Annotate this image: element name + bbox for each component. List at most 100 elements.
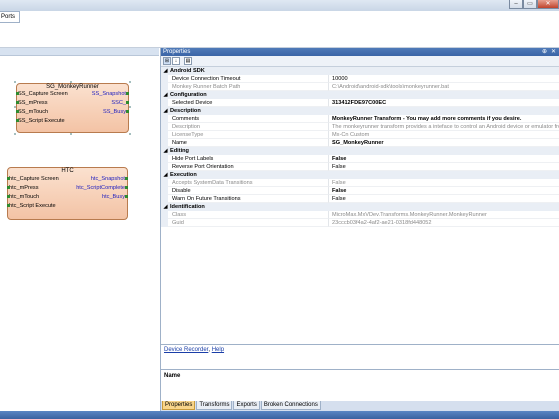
ports-tab[interactable]: Ports [0,11,20,23]
transform-block-htc[interactable]: HTC htc_Capture Screen htc_mPress htc_mT… [6,167,129,220]
property-row[interactable]: Device Connection Timeout 10000 [161,75,559,83]
diagram-canvas[interactable]: SG_MonkeyRunner SS_Capture Screen SS_mPr… [0,56,159,411]
collapse-triangle-icon[interactable]: ◢ [161,203,170,211]
property-category[interactable]: ◢ Description [161,107,559,115]
resize-handle[interactable] [14,133,16,135]
status-bar [0,411,559,419]
property-row[interactable]: Accepts SystemData Transitions False [161,179,559,187]
row-gutter [161,219,168,227]
property-name: Comments [168,115,329,123]
property-value[interactable]: False [329,155,559,163]
selected-property-name: Name [164,373,181,379]
collapse-triangle-icon[interactable]: ◢ [161,147,170,155]
property-row[interactable]: Description The monkeyrunner transform pr… [161,123,559,131]
property-row[interactable]: Comments MonkeyRunner Transform - You may… [161,115,559,123]
output-port[interactable]: SSC_ [111,100,129,106]
input-port[interactable]: SS_mTouch [15,109,48,115]
property-value[interactable]: 23cccb03f4a2-4af2-ae21-0318fd448052 [329,219,559,227]
property-value[interactable]: MicroMax.MxVDev.Transforms.MonkeyRunner.… [329,211,559,219]
categorized-icon[interactable]: ⊞ [163,57,171,65]
property-row[interactable]: LicenseType Mx-Cn Custom [161,131,559,139]
property-value[interactable]: False [329,179,559,187]
property-category[interactable]: ◢ Configuration [161,91,559,99]
alphabetical-icon[interactable]: ↓ [172,57,180,65]
collapse-triangle-icon[interactable]: ◢ [161,67,170,75]
title-bar: – ▭ ✕ [0,0,559,11]
property-value[interactable]: False [329,187,559,195]
property-row[interactable]: Monkey Runner Batch Path C:\Android\andro… [161,83,559,91]
window-controls: – ▭ ✕ [509,0,559,10]
input-port[interactable]: htc_mPress [7,185,39,191]
description-area: Name [161,369,559,401]
row-gutter [161,187,168,195]
property-value[interactable]: Mx-Cn Custom [329,131,559,139]
property-value[interactable]: The monkeyrunner transform provides a in… [329,123,559,131]
resize-handle[interactable] [14,81,16,83]
minimize-icon[interactable]: – [509,0,523,9]
tab-broken-connections[interactable]: Broken Connections [260,401,321,410]
block-title: SG_MonkeyRunner [46,84,99,90]
row-gutter [161,131,168,139]
properties-panel: Properties ⊕ ✕ ⊞ ↓ ▤ ◢ Android SDK Device … [160,48,559,411]
property-value[interactable]: MonkeyRunner Transform - You may add mor… [329,115,559,123]
collapse-triangle-icon[interactable]: ◢ [161,107,170,115]
property-row[interactable]: Warn On Future Transitions False [161,195,559,203]
property-row[interactable]: Name SG_MonkeyRunner [161,139,559,147]
collapse-triangle-icon[interactable]: ◢ [161,171,170,179]
property-row[interactable]: Reverse Port Orientation False [161,163,559,171]
property-value[interactable]: 10000 [329,75,559,83]
property-name: Description [168,123,329,131]
tab-properties[interactable]: Properties [162,401,196,410]
property-category[interactable]: ◢ Identification [161,203,559,211]
input-port[interactable]: SS_Script Execute [16,118,65,124]
category-header: ◢ Android SDK [161,67,322,75]
resize-handle[interactable] [129,133,131,135]
resize-handle[interactable] [129,81,131,83]
property-pages-icon[interactable]: ▤ [184,57,192,65]
resize-handle[interactable] [70,133,72,135]
category-header: ◢ Editing [161,147,322,155]
link-separator: , [208,347,211,353]
property-row[interactable]: Selected Device 313412FDE97C00EC [161,99,559,107]
property-row[interactable]: Guid 23cccb03f4a2-4af2-ae21-0318fd448052 [161,219,559,227]
property-row[interactable]: Class MicroMax.MxVDev.Transforms.MonkeyRu… [161,211,559,219]
output-port[interactable]: htc_Busy [102,194,129,200]
output-port[interactable]: SS_Busy [103,109,130,115]
output-port[interactable]: htc_Snapshot [91,176,129,182]
resize-handle[interactable] [70,81,72,83]
properties-toolbar: ⊞ ↓ ▤ [161,56,559,67]
property-category[interactable]: ◢ Android SDK [161,67,559,75]
device-recorder-link[interactable]: Device Recorder [164,347,208,353]
input-port[interactable]: htc_Script Execute [7,203,56,209]
pin-icon[interactable]: ⊕ [542,48,547,56]
input-port[interactable]: htc_mTouch [6,194,39,200]
property-row[interactable]: Hide Port Labels False [161,155,559,163]
output-port[interactable]: SS_Snapshot [92,91,130,97]
input-port[interactable]: SS_mPress [16,100,48,106]
property-value[interactable]: False [329,163,559,171]
input-port[interactable]: SS_Capture Screen [16,91,68,97]
maximize-icon[interactable]: ▭ [523,0,537,9]
property-value[interactable]: SG_MonkeyRunner [329,139,559,147]
property-category[interactable]: ◢ Editing [161,147,559,155]
property-value[interactable]: 313412FDE97C00EC [329,99,559,107]
transform-block-sg-monkeyrunner[interactable]: SG_MonkeyRunner SS_Capture Screen SS_mPr… [14,81,131,135]
property-name: Class [168,211,329,219]
property-category[interactable]: ◢ Execution [161,171,559,179]
close-icon[interactable]: ✕ [537,0,559,9]
row-gutter [161,195,168,203]
canvas-header [0,48,159,56]
tab-exports[interactable]: Exports [233,401,260,410]
category-label: Description [170,108,201,114]
property-value[interactable]: C:\Android\android-sdk\tools\monkeyrunne… [329,83,559,91]
property-value[interactable]: False [329,195,559,203]
input-port[interactable]: htc_Capture Screen [7,176,59,182]
property-row[interactable]: Disable False [161,187,559,195]
close-panel-icon[interactable]: ✕ [551,48,556,56]
resize-handle[interactable] [129,106,131,108]
collapse-triangle-icon[interactable]: ◢ [161,91,170,99]
tab-transforms[interactable]: Transforms [196,401,233,410]
help-link[interactable]: Help [212,347,224,353]
resize-handle[interactable] [14,106,16,108]
output-port[interactable]: htc_ScriptComplete [76,185,128,191]
